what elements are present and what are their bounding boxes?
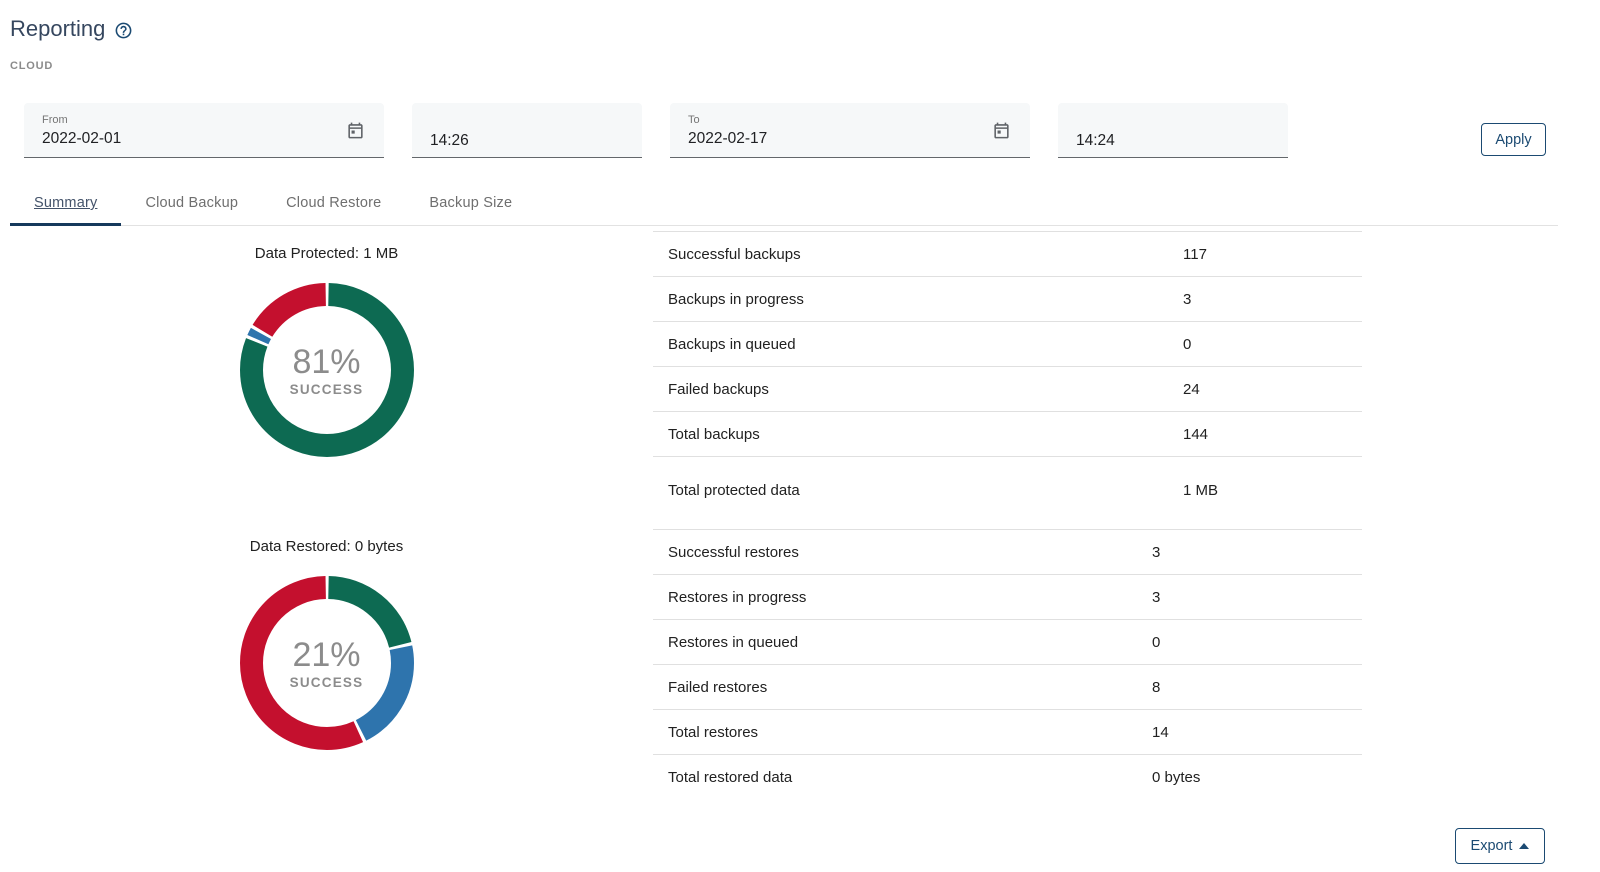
- tab-summary[interactable]: Summary: [10, 181, 121, 225]
- row-value: 3: [1152, 589, 1362, 606]
- help-icon[interactable]: [114, 21, 133, 40]
- to-time-field[interactable]: 14:24: [1058, 103, 1288, 158]
- row-label: Total restored data: [668, 769, 1152, 786]
- row-value: 0: [1183, 336, 1362, 353]
- row-label: Successful restores: [668, 544, 1152, 561]
- table-row: Total restores 14: [653, 709, 1362, 754]
- table-row: Successful restores 3: [653, 529, 1362, 574]
- data-restored-chart: Data Restored: 0 bytes 21% SUCCESS: [0, 537, 653, 750]
- row-value: 3: [1183, 291, 1362, 308]
- row-value: 14: [1152, 724, 1362, 741]
- chart-title: Data Restored: 0 bytes: [0, 537, 653, 557]
- charts-column: Data Protected: 1 MB 81% SUCCESS Data Re…: [0, 231, 653, 799]
- row-value: 24: [1183, 381, 1362, 398]
- filter-row: From 2022-02-01 14:26 To 2022-02-17 14:: [0, 103, 1600, 158]
- tab-bar: Summary Cloud Backup Cloud Restore Backu…: [10, 181, 1558, 226]
- to-date-value: 2022-02-17: [688, 129, 1012, 149]
- tables-column: Successful backups 117 Backups in progre…: [653, 231, 1362, 799]
- row-label: Backups in queued: [668, 336, 1183, 353]
- to-time-value: 14:24: [1076, 131, 1270, 151]
- from-date-label: From: [42, 113, 366, 127]
- row-label: Backups in progress: [668, 291, 1183, 308]
- apply-button[interactable]: Apply: [1481, 123, 1546, 156]
- tab-backup-size[interactable]: Backup Size: [405, 181, 536, 225]
- donut-chart-backups: [240, 283, 414, 457]
- export-button[interactable]: Export: [1455, 828, 1545, 864]
- chart-title: Data Protected: 1 MB: [0, 244, 653, 264]
- row-value: 144: [1183, 426, 1362, 443]
- calendar-icon[interactable]: [346, 121, 365, 140]
- from-time-field[interactable]: 14:26: [412, 103, 642, 158]
- tab-cloud-restore[interactable]: Cloud Restore: [262, 181, 405, 225]
- from-date-value: 2022-02-01: [42, 129, 366, 149]
- donut-chart-restores: [240, 576, 414, 750]
- calendar-icon[interactable]: [992, 121, 1011, 140]
- to-date-field[interactable]: To 2022-02-17: [670, 103, 1030, 158]
- page-title: Reporting: [10, 14, 105, 44]
- table-row: Backups in queued 0: [653, 321, 1362, 366]
- row-value: 0 bytes: [1152, 769, 1362, 786]
- table-row: Failed restores 8: [653, 664, 1362, 709]
- tab-cloud-backup[interactable]: Cloud Backup: [121, 181, 262, 225]
- row-value: 117: [1183, 246, 1362, 263]
- section-label-cloud: CLOUD: [10, 60, 1600, 72]
- from-time-value: 14:26: [430, 131, 624, 151]
- table-row: Failed backups 24: [653, 366, 1362, 411]
- row-label: Total backups: [668, 426, 1183, 443]
- page-header: Reporting: [0, 0, 1600, 44]
- table-row: Backups in progress 3: [653, 276, 1362, 321]
- to-date-label: To: [688, 113, 1012, 127]
- table-row: Restores in progress 3: [653, 574, 1362, 619]
- reporting-page: Reporting CLOUD From 2022-02-01 14:26 To…: [0, 0, 1600, 872]
- from-date-field[interactable]: From 2022-02-01: [24, 103, 384, 158]
- row-value: 0: [1152, 634, 1362, 651]
- row-label: Total protected data: [668, 482, 1183, 499]
- restore-stats-table: Successful restores 3 Restores in progre…: [653, 529, 1362, 799]
- row-label: Total restores: [668, 724, 1152, 741]
- summary-content: Data Protected: 1 MB 81% SUCCESS Data Re…: [0, 231, 1600, 799]
- table-row: Total backups 144: [653, 411, 1362, 456]
- export-button-label: Export: [1471, 838, 1513, 854]
- row-label: Successful backups: [668, 246, 1183, 263]
- row-value: 3: [1152, 544, 1362, 561]
- row-label: Failed restores: [668, 679, 1152, 696]
- table-row: Total protected data 1 MB: [653, 456, 1362, 524]
- row-label: Restores in queued: [668, 634, 1152, 651]
- table-row: Restores in queued 0: [653, 619, 1362, 664]
- row-label: Failed backups: [668, 381, 1183, 398]
- caret-up-icon: [1519, 843, 1529, 849]
- row-value: 1 MB: [1183, 482, 1362, 499]
- table-row: Successful backups 117: [653, 231, 1362, 276]
- table-row: Total restored data 0 bytes: [653, 754, 1362, 799]
- data-protected-chart: Data Protected: 1 MB 81% SUCCESS: [0, 244, 653, 457]
- backup-stats-table: Successful backups 117 Backups in progre…: [653, 231, 1362, 524]
- row-value: 8: [1152, 679, 1362, 696]
- row-label: Restores in progress: [668, 589, 1152, 606]
